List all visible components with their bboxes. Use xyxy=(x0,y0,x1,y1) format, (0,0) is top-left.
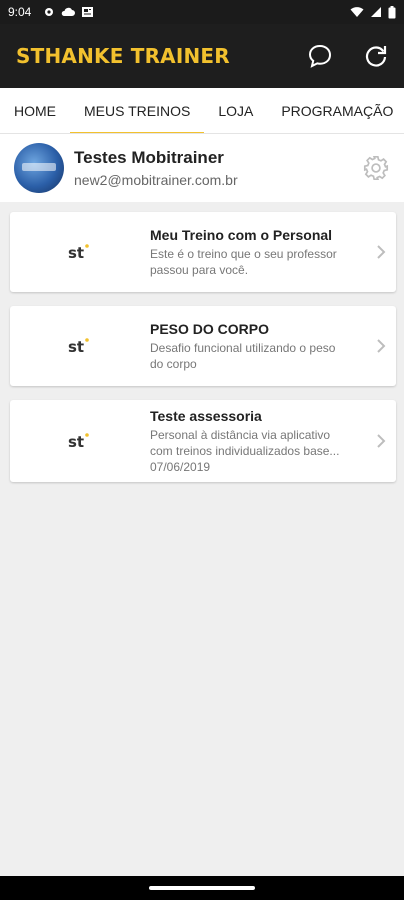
settings-button[interactable] xyxy=(362,154,390,182)
card-description-line2: com treinos individualizados base... xyxy=(150,444,340,458)
card-date: 07/06/2019 xyxy=(150,460,211,474)
chat-bubble-icon xyxy=(308,44,332,68)
chevron-right-icon xyxy=(366,432,396,450)
signal-icon xyxy=(371,7,381,17)
chevron-right-icon xyxy=(366,243,396,261)
avatar[interactable] xyxy=(14,143,64,193)
refresh-button[interactable] xyxy=(362,42,390,70)
tab-home[interactable]: HOME xyxy=(0,88,70,133)
workout-card[interactable]: st Teste assessoria Personal à distância… xyxy=(10,400,396,482)
battery-icon xyxy=(388,5,396,18)
wifi-icon xyxy=(350,7,364,17)
status-time: 9:04 xyxy=(8,5,32,19)
svg-text:st: st xyxy=(68,433,84,451)
card-description-line2: passou para você. xyxy=(150,262,249,277)
card-description: Personal à distância via aplicativo xyxy=(150,428,331,442)
chevron-right-icon xyxy=(366,337,396,355)
profile-header: Testes Mobitrainer new2@mobitrainer.com.… xyxy=(0,134,404,202)
profile-name: Testes Mobitrainer xyxy=(74,148,224,167)
home-gesture-handle[interactable] xyxy=(149,886,255,890)
gear-notification-icon xyxy=(45,8,54,16)
tab-bar: HOME MEUS TREINOS LOJA PROGRAMAÇÃO V xyxy=(0,88,404,134)
card-description: Este é o treino que o seu professor xyxy=(150,246,337,261)
news-icon xyxy=(82,7,94,17)
app-bar: STHANKE TRAINER xyxy=(0,24,404,88)
workout-card[interactable]: st PESO DO CORPO Desafio funcional utili… xyxy=(10,306,396,386)
workout-card[interactable]: st Meu Treino com o Personal Este é o tr… xyxy=(10,212,396,292)
tab-meus-treinos[interactable]: MEUS TREINOS xyxy=(70,88,205,133)
svg-text:st: st xyxy=(68,244,84,262)
cloud-icon xyxy=(62,7,76,16)
svg-text:st: st xyxy=(68,338,84,356)
brand-logo-icon: st xyxy=(10,336,150,356)
tab-loja[interactable]: LOJA xyxy=(204,88,267,133)
brand-logo-icon: st xyxy=(10,242,150,262)
app-title: STHANKE TRAINER xyxy=(16,44,230,68)
card-title: Teste assessoria xyxy=(150,408,262,424)
tab-programacao[interactable]: PROGRAMAÇÃO xyxy=(267,88,404,133)
status-bar: 9:04 xyxy=(0,0,404,24)
profile-email: new2@mobitrainer.com.br xyxy=(74,172,238,188)
chat-button[interactable] xyxy=(306,42,334,70)
gear-icon xyxy=(363,155,389,181)
system-nav-bar xyxy=(0,876,404,900)
brand-logo-icon: st xyxy=(10,431,150,451)
card-description: Desafio funcional utilizando o peso xyxy=(150,340,336,355)
card-title: Meu Treino com o Personal xyxy=(150,226,333,243)
refresh-icon xyxy=(365,46,387,67)
card-description-line2: do corpo xyxy=(150,356,197,371)
card-title: PESO DO CORPO xyxy=(150,320,270,337)
